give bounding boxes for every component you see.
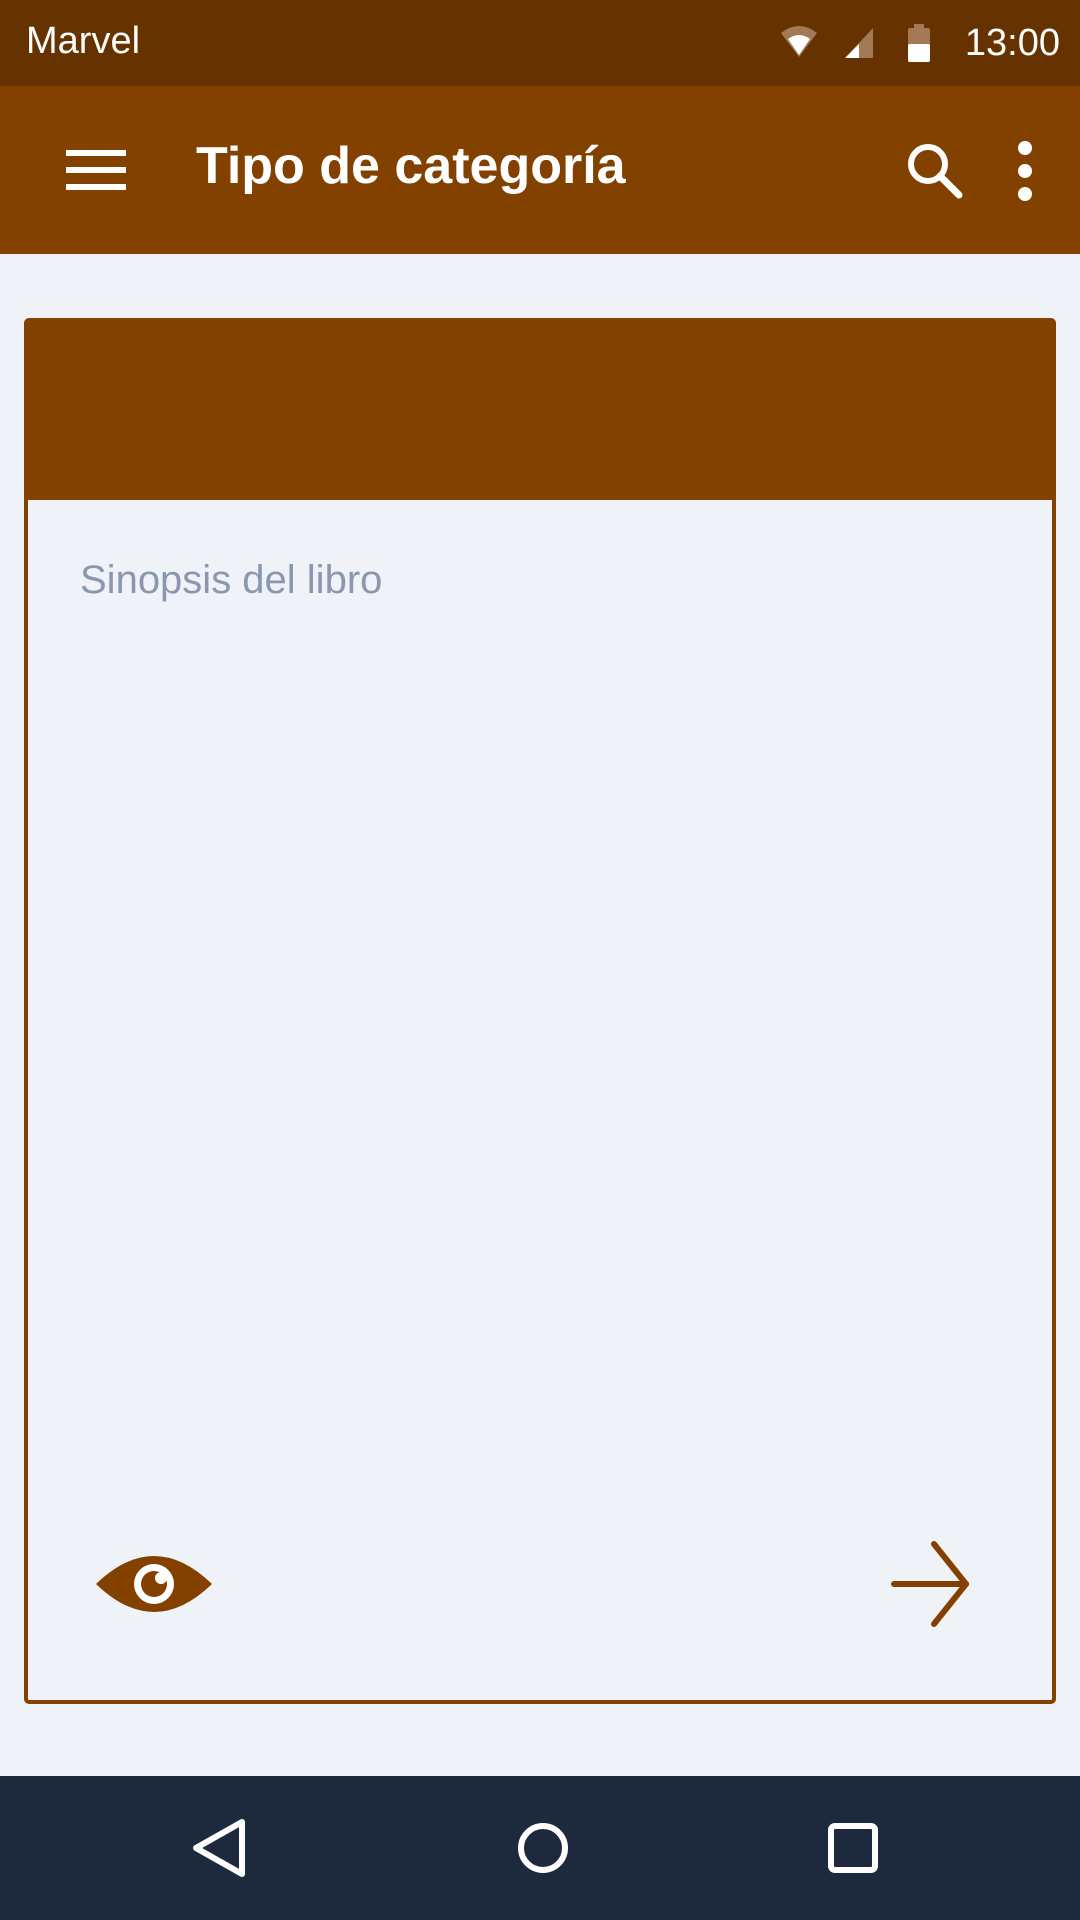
page-title: Tipo de categoría [196, 137, 626, 195]
carrier-name: Marvel [26, 20, 141, 62]
next-button[interactable] [886, 1536, 976, 1632]
arrow-right-icon [891, 1541, 969, 1627]
card-header [28, 322, 1052, 500]
book-card: Sinopsis del libro [24, 318, 1056, 1704]
more-options-button[interactable] [1005, 136, 1045, 206]
app-bar: Tipo de categoría [0, 86, 1080, 254]
recents-button[interactable] [817, 1812, 889, 1884]
menu-button[interactable] [60, 140, 132, 200]
system-nav-bar [0, 1776, 1080, 1920]
view-button[interactable] [94, 1544, 214, 1624]
more-vert-icon [1018, 141, 1032, 201]
eye-icon [96, 1556, 212, 1612]
signal-icon [844, 28, 873, 58]
book-synopsis: Sinopsis del libro [80, 558, 383, 602]
back-icon [193, 1819, 245, 1877]
home-button[interactable] [507, 1812, 579, 1884]
search-icon [908, 144, 963, 199]
menu-icon [66, 150, 126, 190]
recents-icon [828, 1823, 878, 1873]
home-icon [518, 1823, 568, 1873]
battery-icon [907, 24, 930, 62]
search-button[interactable] [900, 136, 970, 206]
clock-time: 13:00 [964, 21, 1060, 64]
wifi-icon [780, 26, 817, 57]
status-icons: 13:00 [779, 18, 1060, 68]
status-bar: Marvel 13:00 [0, 0, 1080, 86]
back-button[interactable] [182, 1812, 254, 1884]
